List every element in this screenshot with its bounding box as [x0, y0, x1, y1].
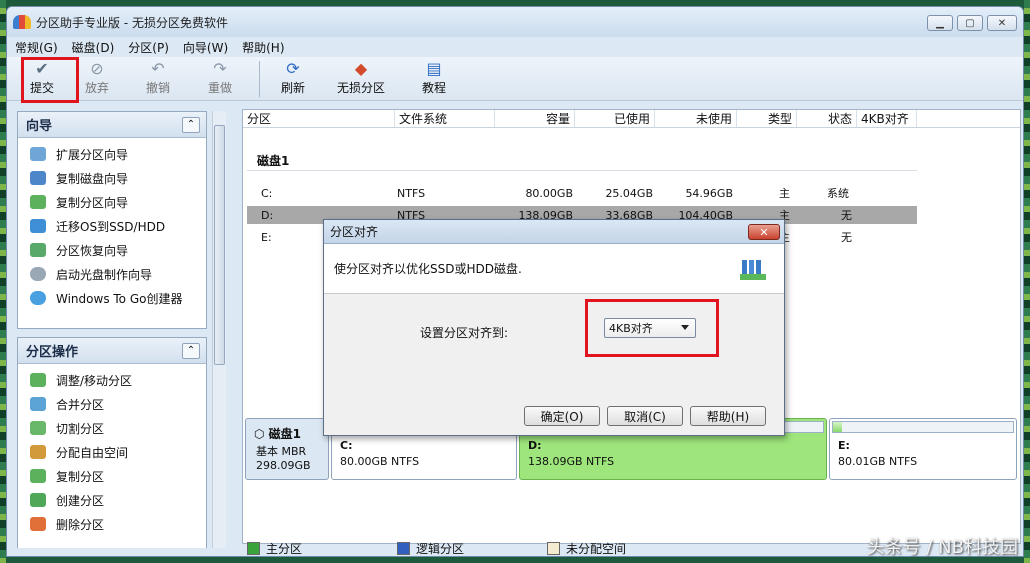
col-partition[interactable]: 分区	[243, 110, 395, 127]
disk-map-disk1[interactable]: ⬡ 磁盘1 基本 MBR 298.09GB	[245, 418, 329, 480]
create-icon	[30, 493, 46, 507]
title-bar: 分区助手专业版 - 无损分区免费软件 ▁ ▢ ✕	[7, 7, 1023, 37]
delete-icon	[30, 517, 46, 531]
disk-group-label: 磁盘1	[257, 154, 290, 168]
op-copy[interactable]: 复制分区	[18, 464, 206, 488]
extend-icon	[30, 147, 46, 161]
col-filesystem[interactable]: 文件系统	[395, 110, 495, 127]
recovery-icon	[30, 243, 46, 257]
discard-icon: ⊘	[90, 58, 104, 78]
disk-size: 298.09GB	[256, 459, 311, 472]
op-split[interactable]: 切割分区	[18, 416, 206, 440]
cancel-button[interactable]: 取消(C)	[607, 406, 683, 426]
scrollbar-thumb[interactable]	[214, 125, 225, 365]
allocate-icon	[30, 445, 46, 459]
wizard-item-migrate-os[interactable]: 迁移OS到SSD/HDD	[18, 214, 206, 238]
copy-icon	[30, 469, 46, 483]
wizard-item-copy-partition[interactable]: 复制分区向导	[18, 190, 206, 214]
resize-icon	[30, 373, 46, 387]
tutorial-button[interactable]: ▤ 教程	[404, 58, 464, 100]
legend-logical-swatch	[397, 541, 410, 555]
redo-button[interactable]: ↷ 重做	[189, 58, 251, 100]
col-type[interactable]: 类型	[737, 110, 797, 127]
sidebar: 向导 ⌃ 扩展分区向导 复制磁盘向导 复制分区向导 迁移OS到SSD/HDD 分…	[17, 111, 207, 548]
align-icon	[740, 260, 766, 280]
main-window: 分区助手专业版 - 无损分区免费软件 ▁ ▢ ✕ 常规(G) 磁盘(D) 分区(…	[6, 6, 1024, 557]
usage-bar-e	[833, 422, 842, 432]
toolbar-separator	[259, 61, 260, 97]
minimize-button[interactable]: ▁	[927, 15, 953, 31]
ok-button[interactable]: 确定(O)	[524, 406, 600, 426]
legend-unallocated: 未分配空间	[547, 540, 697, 557]
wizard-item-windows-to-go[interactable]: Windows To Go创建器	[18, 286, 206, 310]
highlight-select-box	[585, 299, 719, 357]
legend-primary: 主分区	[247, 540, 397, 557]
close-button[interactable]: ✕	[987, 15, 1017, 31]
menu-partition[interactable]: 分区(P)	[128, 39, 169, 56]
refresh-button[interactable]: ⟳ 刷新	[268, 58, 318, 100]
disk-map-partition-e[interactable]: E: 80.01GB NTFS	[829, 418, 1017, 480]
collapse-ops-button[interactable]: ⌃	[182, 342, 200, 359]
menu-bar: 常规(G) 磁盘(D) 分区(P) 向导(W) 帮助(H)	[7, 37, 1023, 57]
maximize-button[interactable]: ▢	[957, 15, 983, 31]
disk-name: ⬡ 磁盘1	[254, 427, 302, 441]
col-capacity[interactable]: 容量	[495, 110, 575, 127]
col-status[interactable]: 状态	[797, 110, 857, 127]
op-delete[interactable]: 删除分区	[18, 512, 206, 536]
sidebar-scrollbar[interactable]	[212, 111, 226, 548]
highlight-commit-box	[21, 57, 79, 103]
wizard-panel-title: 向导	[26, 119, 53, 134]
toolbar: ✔ 提交 ⊘ 放弃 ↶ 撤销 ↷ 重做 ⟳ 刷新 ◆ 无损分区 ▤ 教程	[7, 57, 1023, 101]
disk-type: 基本 MBR	[256, 445, 307, 458]
help-button[interactable]: 帮助(H)	[690, 406, 766, 426]
align-label: 设置分区对齐到:	[420, 326, 509, 340]
window-title: 分区助手专业版 - 无损分区免费软件	[36, 15, 228, 30]
menu-help[interactable]: 帮助(H)	[242, 39, 284, 56]
wizard-item-recovery[interactable]: 分区恢复向导	[18, 238, 206, 262]
op-merge[interactable]: 合并分区	[18, 392, 206, 416]
col-4k-align[interactable]: 4KB对齐	[857, 110, 917, 127]
wizard-item-copy-disk[interactable]: 复制磁盘向导	[18, 166, 206, 190]
dialog-description: 使分区对齐以优化SSD或HDD磁盘.	[334, 262, 522, 276]
copy-disk-icon	[30, 171, 46, 185]
legend-primary-swatch	[247, 541, 260, 555]
menu-general[interactable]: 常规(G)	[15, 39, 58, 56]
merge-icon	[30, 397, 46, 411]
legend-unallocated-swatch	[547, 541, 560, 555]
partition-ops-panel: 分区操作 ⌃ 调整/移动分区 合并分区 切割分区 分配自由空间 复制分区 创建分…	[17, 337, 207, 548]
op-create[interactable]: 创建分区	[18, 488, 206, 512]
legend-logical: 逻辑分区	[397, 540, 547, 557]
redo-icon: ↷	[213, 58, 227, 78]
ops-panel-title: 分区操作	[26, 345, 79, 360]
dialog-title: 分区对齐	[330, 225, 379, 239]
lossless-partition-button[interactable]: ◆ 无损分区	[318, 58, 404, 100]
migrate-icon	[30, 219, 46, 233]
disk-icon: ⬡	[254, 427, 265, 441]
wizard-item-bootable-cd[interactable]: 启动光盘制作向导	[18, 262, 206, 286]
collapse-wizard-button[interactable]: ⌃	[182, 116, 200, 133]
watermark: 头条号 / NB科技园	[866, 537, 1018, 558]
wizard-item-extend[interactable]: 扩展分区向导	[18, 142, 206, 166]
undo-icon: ↶	[151, 58, 165, 78]
dialog-close-button[interactable]: ✕	[748, 224, 780, 240]
undo-button[interactable]: ↶ 撤销	[127, 58, 189, 100]
partition-icon: ◆	[354, 58, 368, 78]
menu-wizard[interactable]: 向导(W)	[183, 39, 228, 56]
dialog-title-bar: 分区对齐 ✕	[324, 220, 784, 244]
split-icon	[30, 421, 46, 435]
copy-partition-icon	[30, 195, 46, 209]
col-used[interactable]: 已使用	[575, 110, 655, 127]
table-row[interactable]: C: NTFS 80.00GB 25.04GB 54.96GB 主 系统	[247, 184, 917, 202]
wizard-panel: 向导 ⌃ 扩展分区向导 复制磁盘向导 复制分区向导 迁移OS到SSD/HDD 分…	[17, 111, 207, 329]
col-unused[interactable]: 未使用	[655, 110, 737, 127]
cd-icon	[30, 267, 46, 281]
windows-icon	[30, 291, 46, 305]
app-logo-icon	[13, 15, 31, 29]
table-header: 分区 文件系统 容量 已使用 未使用 类型 状态 4KB对齐	[243, 110, 1020, 128]
op-resize-move[interactable]: 调整/移动分区	[18, 368, 206, 392]
refresh-icon: ⟳	[286, 58, 300, 78]
tutorial-icon: ▤	[426, 58, 442, 78]
menu-disk[interactable]: 磁盘(D)	[72, 39, 115, 56]
op-allocate-free[interactable]: 分配自由空间	[18, 440, 206, 464]
